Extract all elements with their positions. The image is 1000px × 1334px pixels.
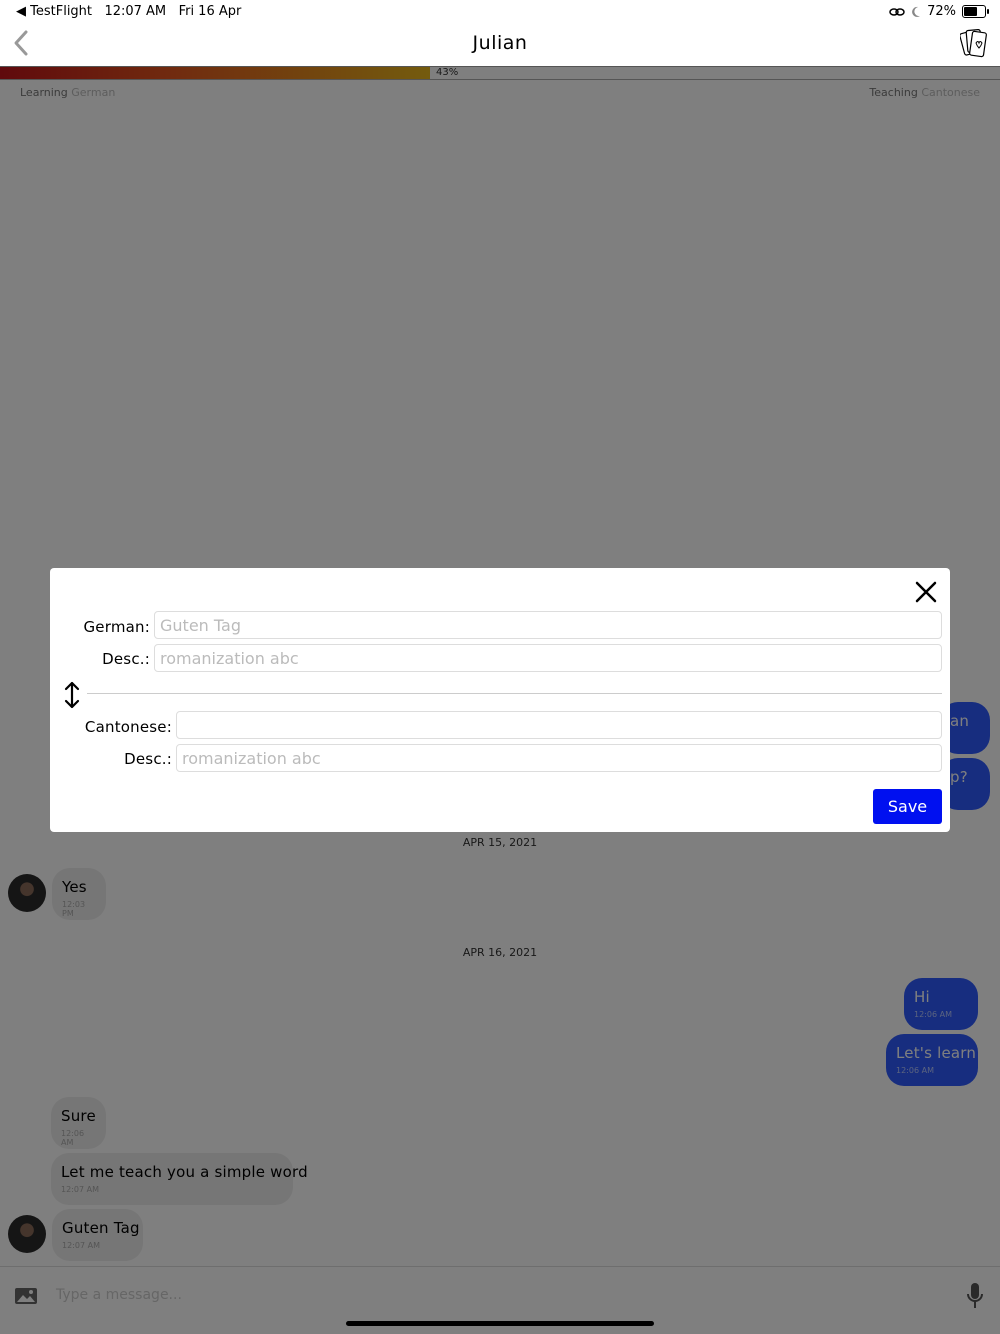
status-time: 12:07 AM	[104, 4, 167, 19]
target-word-input[interactable]	[176, 711, 942, 739]
source-word-input[interactable]	[154, 611, 942, 639]
divider	[87, 693, 942, 694]
back-to-testflight[interactable]: ◀ TestFlight	[16, 4, 92, 19]
nav-header: Julian	[0, 24, 1000, 66]
save-button[interactable]: Save	[873, 789, 942, 824]
source-desc-input[interactable]	[154, 644, 942, 672]
target-language-label: Cantonese:	[84, 718, 172, 736]
status-right: 72%	[889, 4, 989, 19]
moon-icon	[912, 6, 921, 17]
target-desc-label: Desc.:	[124, 750, 172, 768]
battery-percent: 72%	[927, 4, 956, 19]
battery-icon	[962, 5, 989, 18]
link-icon	[889, 7, 905, 16]
source-desc-label: Desc.:	[102, 650, 150, 668]
flashcards-icon[interactable]	[960, 26, 988, 62]
source-language-label: German:	[83, 618, 150, 636]
page-title: Julian	[472, 32, 528, 54]
status-bar: ◀ TestFlight 12:07 AM Fri 16 Apr 72%	[0, 0, 1000, 24]
status-date: Fri 16 Apr	[178, 4, 242, 19]
status-left: ◀ TestFlight 12:07 AM Fri 16 Apr	[16, 4, 241, 19]
add-flashcard-dialog: German: Desc.: Cantonese: Desc.: Save	[50, 568, 950, 832]
swap-vertical-icon[interactable]	[62, 680, 82, 710]
target-desc-input[interactable]	[176, 744, 942, 772]
close-icon[interactable]	[914, 580, 938, 604]
